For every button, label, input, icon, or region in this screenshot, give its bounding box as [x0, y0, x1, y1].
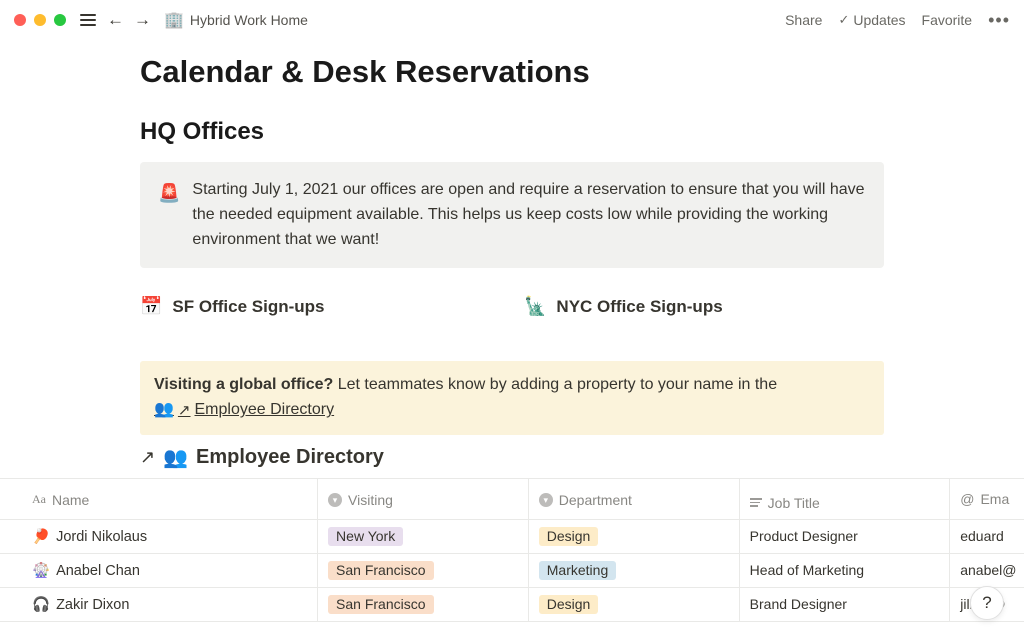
window-controls — [14, 14, 66, 26]
col-name-label: Name — [52, 492, 89, 508]
row-icon: 🎡 — [32, 563, 50, 579]
row-icon: 🏓 — [32, 529, 50, 545]
department-tag: Marketing — [539, 561, 616, 580]
col-name[interactable]: Aa Name — [0, 478, 318, 519]
info-callout: 🚨 Starting July 1, 2021 our offices are … — [140, 162, 884, 268]
page-content: Calendar & Desk Reservations HQ Offices … — [0, 38, 1024, 622]
visiting-text: Let teammates know by adding a property … — [333, 376, 777, 393]
breadcrumb[interactable]: 🏢 Hybrid Work Home — [164, 10, 308, 30]
back-button[interactable]: ← — [106, 10, 125, 30]
calendar-icon: 📅 — [140, 296, 162, 317]
visiting-tag: San Francisco — [328, 595, 433, 614]
select-icon: ▾ — [328, 493, 342, 507]
help-button[interactable]: ? — [970, 586, 1004, 620]
arrow-upright-icon: ↗ — [140, 447, 155, 468]
row-icon: 🎧 — [32, 597, 50, 613]
share-button[interactable]: Share — [785, 12, 822, 28]
visiting-callout: Visiting a global office? Let teammates … — [140, 361, 884, 435]
row-name: Zakir Dixon — [56, 597, 129, 613]
col-job-label: Job Title — [768, 495, 820, 511]
page-icon: 🏢 — [164, 10, 184, 30]
page-title: Calendar & Desk Reservations — [140, 54, 884, 90]
employee-directory-inline-link[interactable]: 👥 ↗ Employee Directory — [154, 398, 334, 423]
breadcrumb-label: Hybrid Work Home — [190, 12, 308, 28]
email-cell: eduard — [950, 519, 1024, 553]
topbar: ← → 🏢 Hybrid Work Home Share ✓ Updates F… — [0, 0, 1024, 38]
sf-signups-label: SF Office Sign-ups — [172, 297, 324, 317]
col-department[interactable]: ▾ Department — [528, 478, 739, 519]
arrow-upright-icon: ↗ — [178, 399, 191, 422]
inline-link-label: Employee Directory — [195, 398, 335, 423]
people-icon: 👥 — [154, 398, 174, 423]
signups-row: 📅 SF Office Sign-ups 🗽 NYC Office Sign-u… — [140, 296, 884, 317]
favorite-button[interactable]: Favorite — [922, 12, 973, 28]
updates-label: Updates — [853, 12, 905, 28]
sf-signups-link[interactable]: 📅 SF Office Sign-ups — [140, 296, 500, 317]
table-row[interactable]: 🎧 Zakir Dixon San Francisco Design Brand Des… — [0, 587, 1024, 621]
database-title-link[interactable]: ↗ 👥 Employee Directory — [140, 445, 884, 470]
text-icon: Aa — [32, 492, 46, 507]
alert-icon: 🚨 — [158, 180, 180, 252]
topbar-left: ← → 🏢 Hybrid Work Home — [14, 10, 308, 30]
row-name: Jordi Nikolaus — [56, 529, 147, 545]
at-icon: @ — [960, 491, 974, 507]
col-job-title[interactable]: Job Title — [739, 478, 950, 519]
col-email[interactable]: @ Ema — [950, 478, 1024, 519]
col-visiting[interactable]: ▾ Visiting — [318, 478, 529, 519]
section-title: HQ Offices — [140, 118, 884, 146]
table-header-row: Aa Name ▾ Visiting ▾ Department Job Title @… — [0, 478, 1024, 519]
callout-text: Starting July 1, 2021 our offices are op… — [192, 178, 866, 252]
topbar-right: Share ✓ Updates Favorite ••• — [785, 11, 1010, 29]
table-row[interactable]: 🎡 Anabel Chan San Francisco Marketing Head o… — [0, 553, 1024, 587]
menu-icon[interactable] — [78, 12, 98, 28]
more-icon[interactable]: ••• — [988, 11, 1010, 29]
nyc-signups-label: NYC Office Sign-ups — [556, 297, 722, 317]
department-tag: Design — [539, 527, 599, 546]
people-icon: 👥 — [163, 445, 188, 470]
job-title-cell: Product Designer — [739, 519, 950, 553]
visiting-bold: Visiting a global office? — [154, 376, 333, 393]
visiting-tag: New York — [328, 527, 403, 546]
database-table: Aa Name ▾ Visiting ▾ Department Job Title @… — [0, 478, 1024, 622]
forward-button[interactable]: → — [133, 10, 152, 30]
visiting-tag: San Francisco — [328, 561, 433, 580]
select-icon: ▾ — [539, 493, 553, 507]
statue-icon: 🗽 — [524, 296, 546, 317]
col-department-label: Department — [559, 492, 632, 508]
text-icon — [750, 498, 762, 507]
job-title-cell: Brand Designer — [739, 587, 950, 621]
col-email-label: Ema — [980, 491, 1009, 507]
updates-button[interactable]: ✓ Updates — [838, 12, 905, 28]
database-title: Employee Directory — [196, 446, 384, 469]
close-window-icon[interactable] — [14, 14, 26, 26]
email-cell: anabel@ — [950, 553, 1024, 587]
minimize-window-icon[interactable] — [34, 14, 46, 26]
job-title-cell: Head of Marketing — [739, 553, 950, 587]
table-row[interactable]: 🏓 Jordi Nikolaus New York Design Product Des… — [0, 519, 1024, 553]
nyc-signups-link[interactable]: 🗽 NYC Office Sign-ups — [524, 296, 884, 317]
department-tag: Design — [539, 595, 599, 614]
col-visiting-label: Visiting — [348, 492, 393, 508]
check-icon: ✓ — [838, 12, 849, 28]
row-name: Anabel Chan — [56, 563, 140, 579]
maximize-window-icon[interactable] — [54, 14, 66, 26]
